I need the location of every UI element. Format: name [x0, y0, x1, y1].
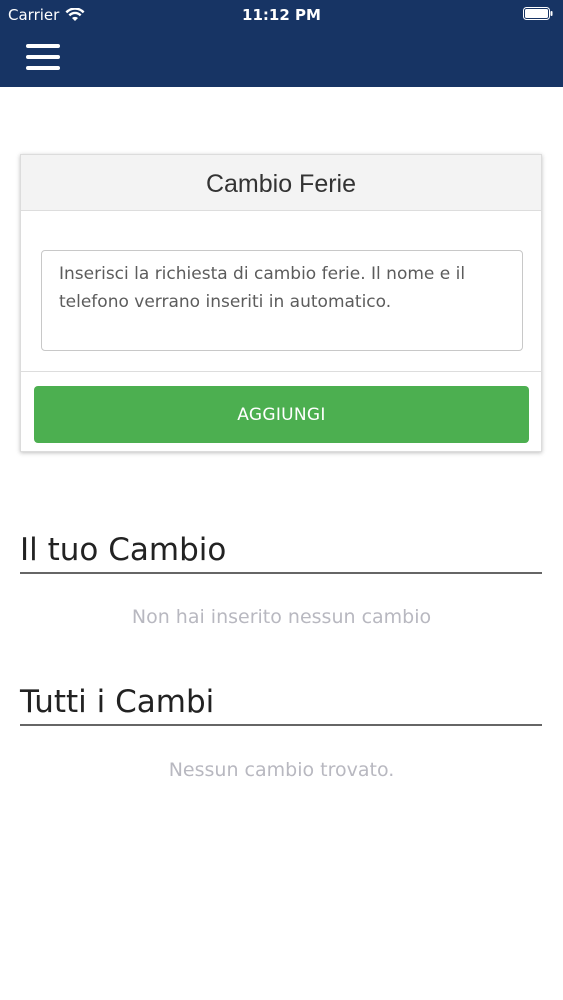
- my-change-heading: Il tuo Cambio: [20, 532, 542, 574]
- battery-icon: [523, 7, 553, 20]
- menu-bar: [26, 66, 60, 70]
- all-changes-empty-text: Nessun cambio trovato.: [168, 759, 395, 781]
- change-request-form: Cambio Ferie AGGIUNGI: [20, 154, 542, 452]
- status-time: 11:12 PM: [242, 6, 321, 24]
- request-textarea[interactable]: [41, 250, 523, 351]
- menu-bar: [26, 44, 60, 48]
- status-bar: Carrier 11:12 PM: [0, 0, 563, 30]
- my-change-empty-text: Non hai inserito nessun cambio: [131, 606, 432, 628]
- menu-bar: [26, 55, 60, 59]
- add-button[interactable]: AGGIUNGI: [34, 386, 529, 443]
- hamburger-menu-icon[interactable]: [26, 44, 62, 70]
- navbar: Carrier 11:12 PM: [0, 0, 563, 87]
- form-title: Cambio Ferie: [21, 155, 541, 211]
- form-divider: [21, 371, 541, 372]
- all-changes-heading: Tutti i Cambi: [20, 684, 542, 726]
